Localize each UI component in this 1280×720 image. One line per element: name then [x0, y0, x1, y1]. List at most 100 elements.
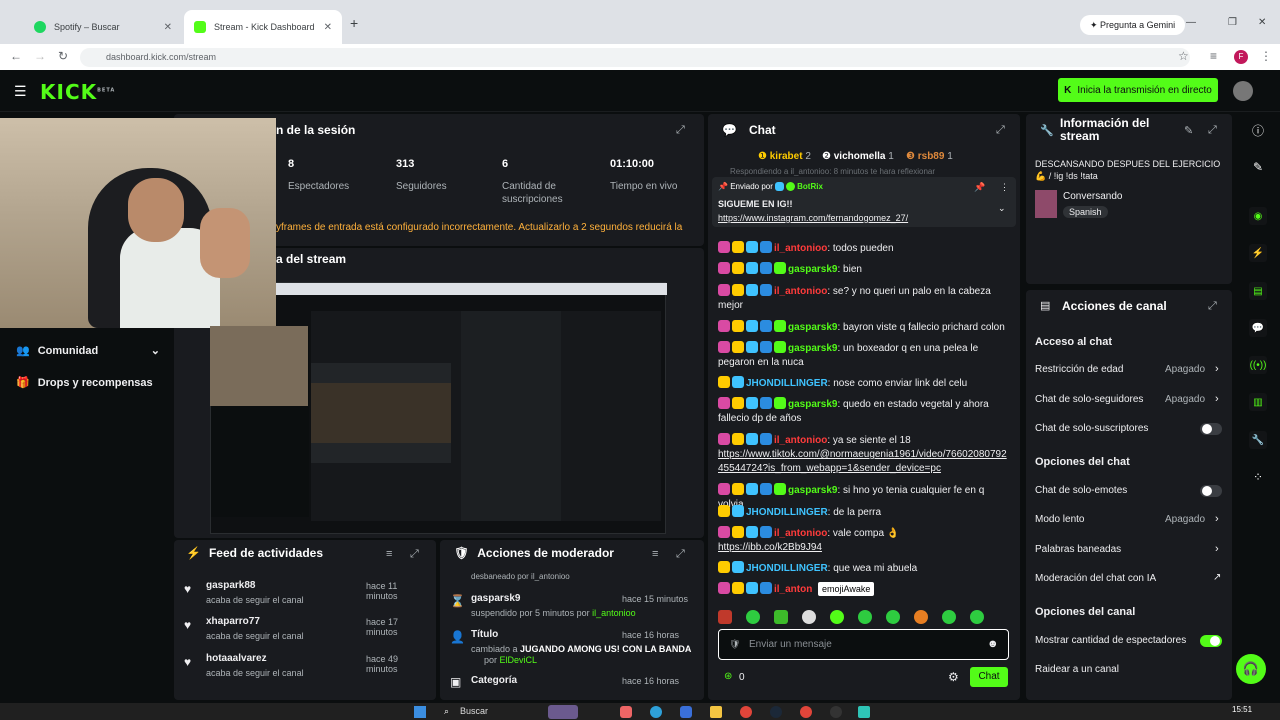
bookmark-star-icon[interactable]: ☆: [1178, 49, 1189, 63]
expand-icon[interactable]: ⤢: [1208, 124, 1217, 137]
chevron-right-icon[interactable]: ›: [1215, 363, 1219, 375]
steam-icon[interactable]: [770, 706, 782, 718]
rail-button-record[interactable]: ◉: [1240, 204, 1276, 228]
chat-username[interactable]: il_antonioo: [774, 243, 827, 254]
go-live-button[interactable]: K Inicia la transmisión en directo: [1058, 78, 1218, 102]
close-window-icon[interactable]: ✕: [1258, 17, 1266, 28]
extensions-icon[interactable]: ≡: [1210, 49, 1217, 63]
channel-option-label[interactable]: Mostrar cantidad de espectadores: [1035, 635, 1186, 646]
channel-option-label[interactable]: Palabras baneadas: [1035, 544, 1121, 555]
pinned-link[interactable]: https://www.instagram.com/fernandogomez_…: [718, 213, 908, 223]
chat-username[interactable]: il_anton: [774, 584, 812, 595]
user-avatar[interactable]: [1233, 81, 1253, 101]
send-chat-button[interactable]: Chat: [970, 667, 1008, 687]
top-chatter-1[interactable]: ❶ kirabet 2: [758, 151, 811, 162]
maximize-icon[interactable]: ❐: [1228, 17, 1237, 28]
channel-option-label[interactable]: Restricción de edad: [1035, 364, 1123, 375]
mod-user[interactable]: gasparsk9: [471, 593, 520, 604]
expand-icon[interactable]: ⤢: [996, 124, 1005, 137]
channel-option-label[interactable]: Chat de solo-emotes: [1035, 485, 1127, 496]
expand-icon[interactable]: ⤢: [676, 548, 685, 561]
more-icon[interactable]: ⋮: [1000, 182, 1009, 193]
chevron-right-icon[interactable]: ›: [1215, 393, 1219, 405]
chat-username[interactable]: gasparsk9: [788, 322, 837, 333]
emote-icon[interactable]: [914, 610, 928, 624]
pencil-icon[interactable]: ✎: [1240, 155, 1276, 179]
stream-preview-video[interactable]: [210, 282, 667, 534]
kick-logo[interactable]: KICKBETA: [40, 80, 115, 104]
emote-icon[interactable]: [830, 610, 844, 624]
pinned-message[interactable]: 📌 Enviado por BotRix 📌 ⋮ SIGUEME EN IG!!…: [712, 177, 1016, 227]
reload-icon[interactable]: ↻: [58, 49, 68, 63]
category-thumbnail[interactable]: [1035, 190, 1057, 218]
chat-username[interactable]: gasparsk9: [788, 485, 837, 496]
chat-username[interactable]: JHONDILLINGER: [746, 563, 828, 574]
toggle-switch[interactable]: [1200, 423, 1222, 435]
chat-username[interactable]: il_antonioo: [774, 286, 827, 297]
support-headset-icon[interactable]: 🎧: [1236, 654, 1266, 684]
chrome-icon[interactable]: [800, 706, 812, 718]
expand-icon[interactable]: ⤢: [410, 548, 419, 561]
tab-spotify[interactable]: Spotify – Buscar ✕: [24, 10, 182, 44]
gemini-button[interactable]: ✦ Pregunta a Gemini: [1080, 15, 1186, 35]
chat-username[interactable]: gasparsk9: [788, 399, 837, 410]
filter-icon[interactable]: ≡: [386, 548, 392, 560]
toggle-switch[interactable]: [1200, 485, 1222, 497]
top-chatter-2[interactable]: ❷ vichomella 1: [822, 151, 894, 162]
emote-icon[interactable]: [718, 610, 732, 624]
emote-icon[interactable]: [774, 610, 788, 624]
edit-pencil-icon[interactable]: ✎: [1184, 124, 1193, 137]
taskbar-search[interactable]: Buscar: [460, 706, 488, 716]
rail-button-tools[interactable]: 🔧: [1240, 428, 1276, 452]
channel-option-label[interactable]: Moderación del chat con IA: [1035, 573, 1156, 584]
chat-link[interactable]: https://ibb.co/k2Bb9J94: [718, 541, 1008, 555]
emoji-picker-icon[interactable]: ☻: [987, 638, 999, 650]
emote-icon[interactable]: [802, 610, 816, 624]
emote-icon[interactable]: [942, 610, 956, 624]
taskbar-app-icon[interactable]: [858, 706, 870, 718]
toggle-switch[interactable]: [1200, 635, 1222, 647]
chevron-right-icon[interactable]: ›: [1215, 513, 1219, 525]
expand-icon[interactable]: ⤢: [1208, 300, 1217, 313]
menu-dots-icon[interactable]: ⋮: [1260, 49, 1272, 63]
rail-button-chat[interactable]: 💬: [1240, 316, 1276, 340]
info-icon[interactable]: ⓘ: [1240, 118, 1276, 142]
obs-icon[interactable]: [830, 706, 842, 718]
hamburger-menu-icon[interactable]: ☰: [14, 83, 27, 100]
sidebar-item-community[interactable]: 👥 Comunidad ⌄: [16, 344, 160, 358]
taskbar-app-icon[interactable]: [620, 706, 632, 718]
rail-button-broadcast[interactable]: ((•)): [1240, 353, 1276, 377]
apps-icon[interactable]: ⁘: [1240, 465, 1276, 489]
rail-button-bolt[interactable]: ⚡: [1240, 241, 1276, 265]
url-field[interactable]: dashboard.kick.com/stream: [80, 48, 1190, 67]
chat-input-box[interactable]: 🛡 Enviar un mensaje ☻: [718, 629, 1009, 660]
chat-username[interactable]: il_antonioo: [774, 528, 827, 539]
rail-button-server[interactable]: ▥: [1240, 390, 1276, 414]
windows-start-icon[interactable]: [414, 706, 426, 718]
pin-icon[interactable]: 📌: [974, 182, 985, 193]
feed-user[interactable]: gaspark88: [206, 580, 255, 591]
chrome-icon[interactable]: [740, 706, 752, 718]
forward-icon[interactable]: →: [34, 49, 46, 63]
chat-username[interactable]: JHONDILLINGER: [746, 507, 828, 518]
close-icon[interactable]: ✕: [164, 22, 172, 33]
chat-username[interactable]: gasparsk9: [788, 264, 837, 275]
top-chatter-3[interactable]: ❸ rsb89 1: [906, 151, 953, 162]
mod-by[interactable]: il_antonioo: [592, 608, 636, 618]
mod-by[interactable]: ElDeviCL: [500, 655, 538, 665]
taskbar-widget[interactable]: [548, 705, 578, 719]
search-icon[interactable]: ⌕: [444, 706, 449, 717]
minimize-icon[interactable]: —: [1186, 17, 1196, 28]
channel-option-label[interactable]: Modo lento: [1035, 514, 1084, 525]
back-icon[interactable]: ←: [10, 49, 22, 63]
emote-icon[interactable]: [858, 610, 872, 624]
chevron-down-icon[interactable]: ⌄: [998, 203, 1006, 214]
settings-gear-icon[interactable]: ⚙: [948, 670, 959, 684]
category-name[interactable]: Conversando: [1063, 191, 1122, 202]
feed-user[interactable]: xhaparro77: [206, 616, 260, 627]
profile-avatar[interactable]: F: [1234, 50, 1248, 64]
taskbar-app-icon[interactable]: [680, 706, 692, 718]
channel-option-label[interactable]: Chat de solo-seguidores: [1035, 394, 1143, 405]
external-link-icon[interactable]: ↗: [1213, 572, 1221, 583]
sidebar-item-drops[interactable]: 🎁 Drops y recompensas: [16, 376, 166, 390]
